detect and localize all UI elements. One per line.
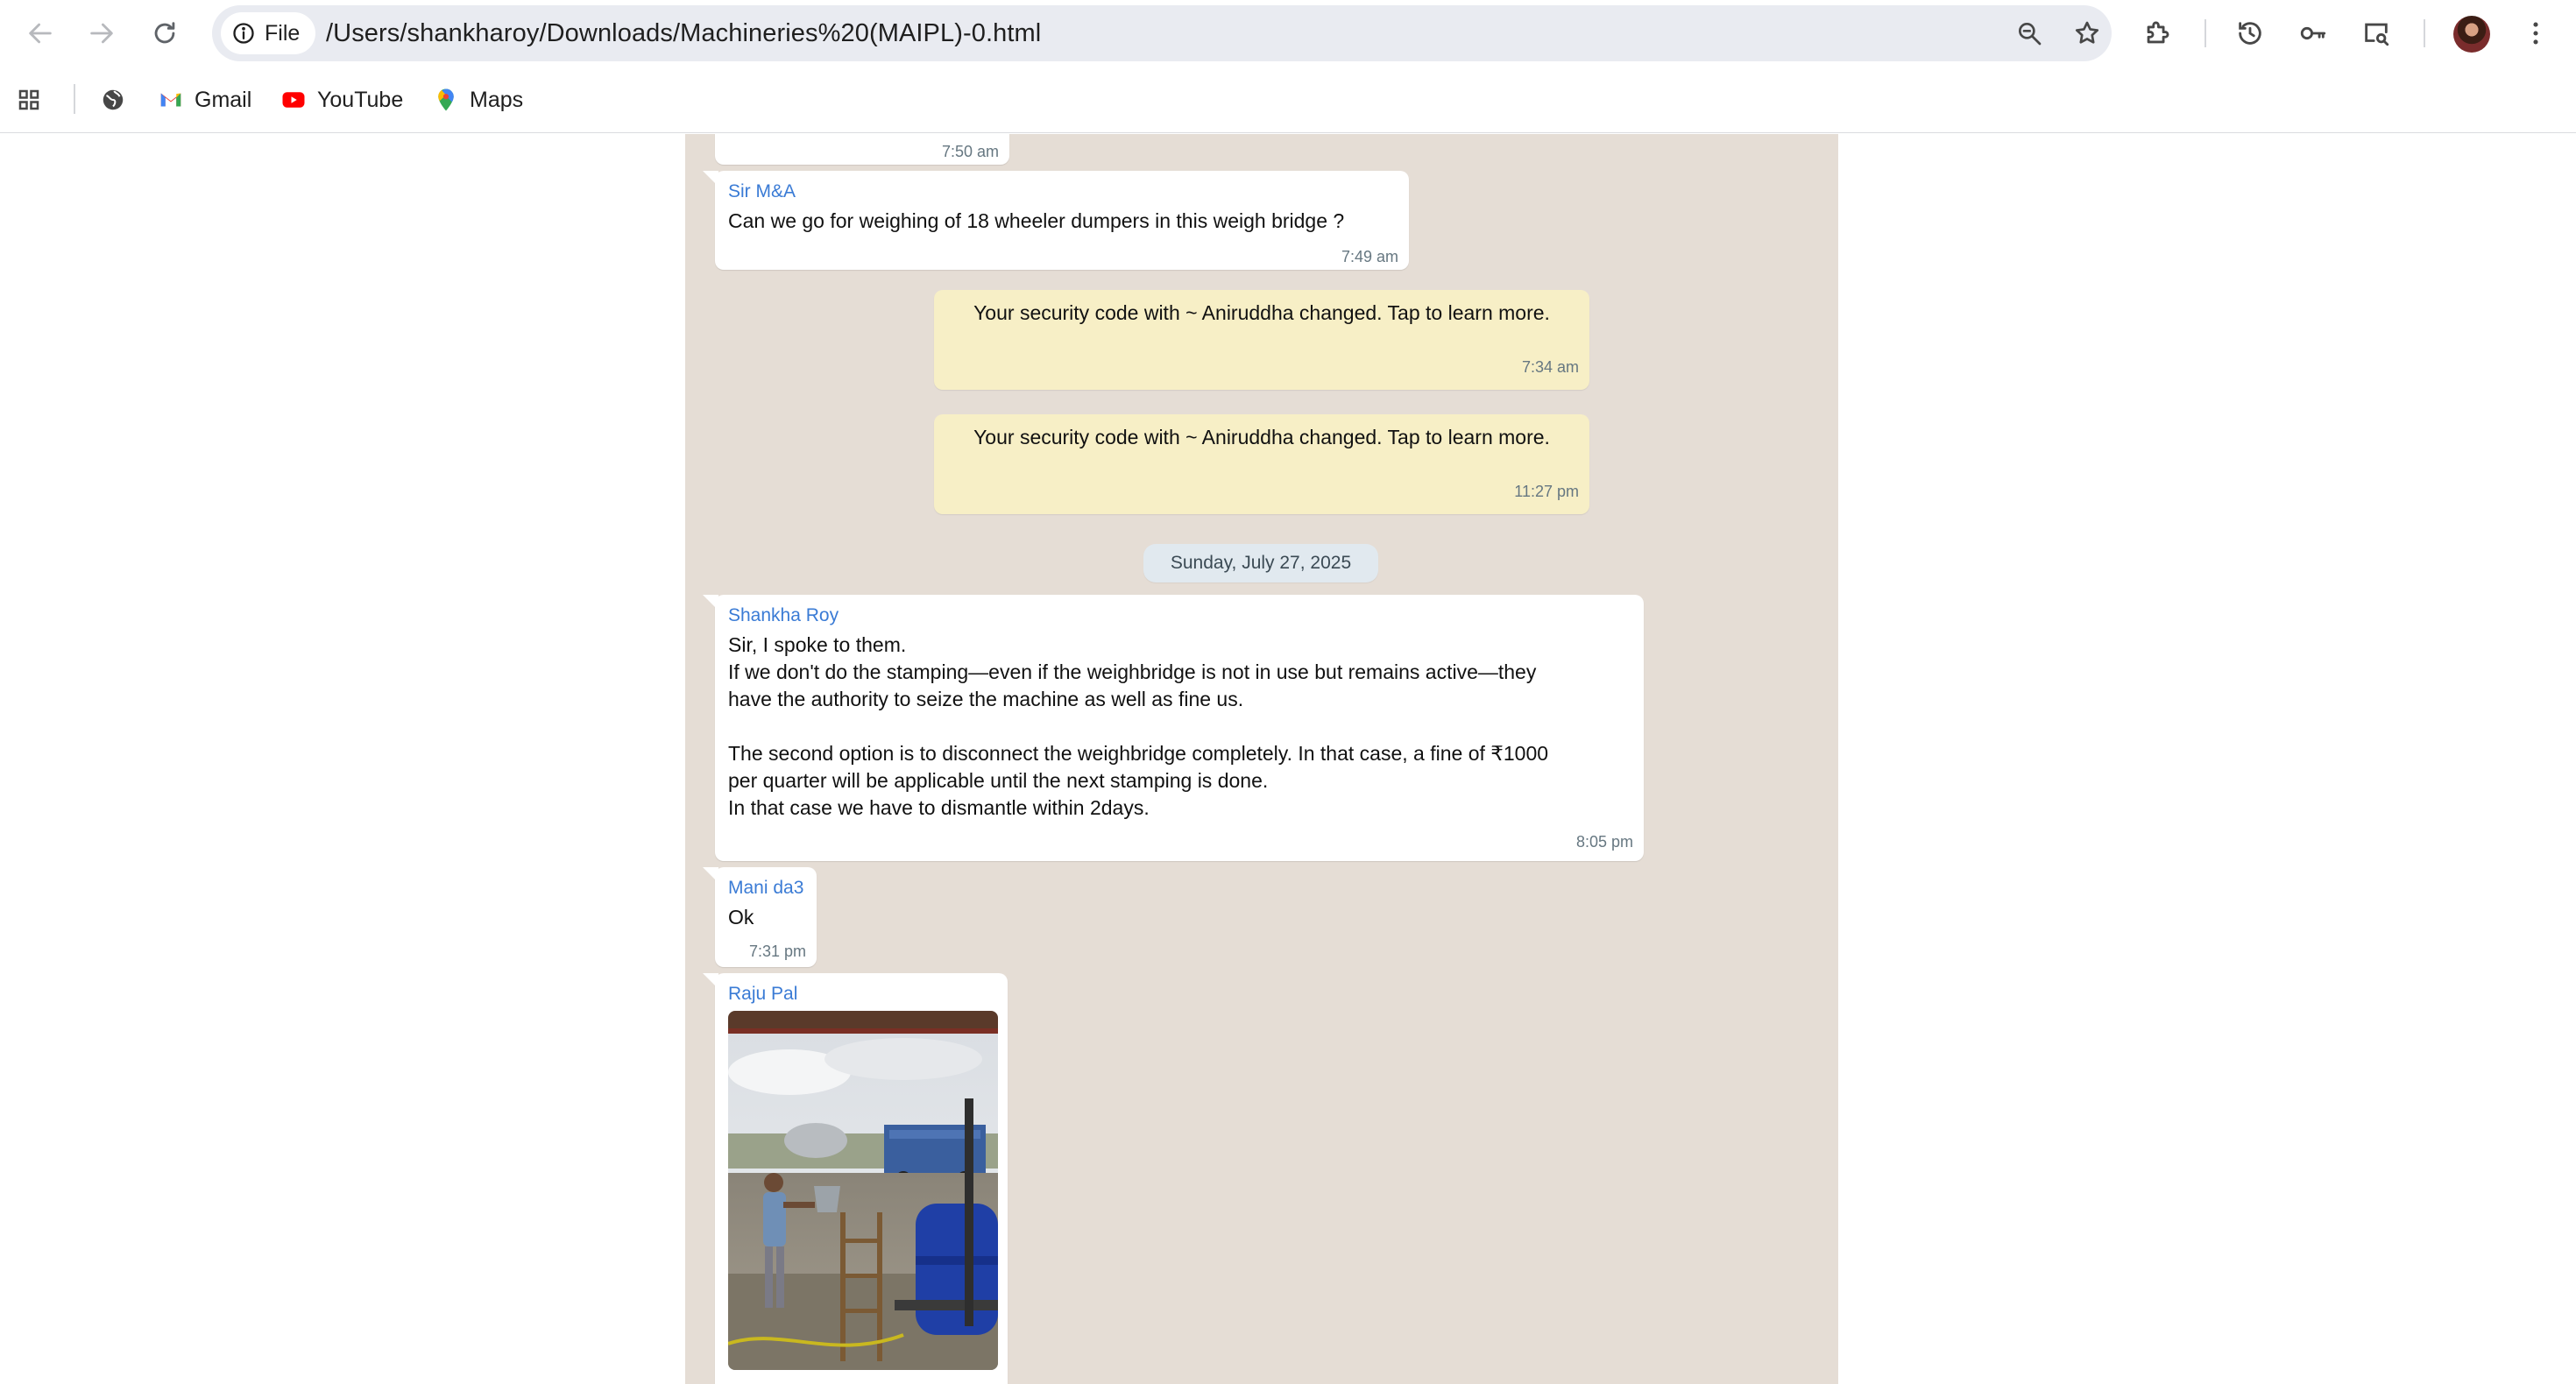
date-divider: Sunday, July 27, 2025 [1143, 544, 1378, 583]
bookmarks-bar: Gmail YouTube Maps [0, 67, 2576, 133]
system-message-text: Your security code with ~ Aniruddha chan… [973, 301, 1550, 324]
message-bubble: 7:50 am [715, 134, 1009, 165]
site-info-chip[interactable]: File [221, 12, 316, 54]
apps-grid-icon [18, 89, 39, 110]
message-time: 11:27 pm [1514, 483, 1579, 500]
photo-attachment[interactable] [728, 1011, 998, 1370]
info-icon [233, 23, 254, 44]
sender-name[interactable]: Raju Pal [728, 984, 797, 1005]
bookmarks-separator [74, 84, 75, 114]
url-text[interactable]: /Users/shankharoy/Downloads/Machineries%… [326, 5, 1041, 61]
system-message[interactable]: Your security code with ~ Aniruddha chan… [934, 290, 1589, 390]
reload-icon [154, 22, 175, 44]
forward-arrow-icon [90, 23, 113, 44]
forward-button[interactable] [81, 12, 123, 54]
bookmark-youtube[interactable]: YouTube [280, 79, 403, 121]
bookmark-label: Maps [470, 87, 524, 112]
message-time: 7:49 am [1341, 248, 1398, 265]
bookmark-label: Gmail [195, 87, 252, 112]
message-bubble: Shankha Roy Sir, I spoke to them. If we … [703, 595, 1644, 861]
tab-search-icon[interactable] [2355, 12, 2397, 54]
system-message[interactable]: Your security code with ~ Aniruddha chan… [934, 414, 1589, 514]
message-time: 7:31 pm [748, 943, 806, 960]
bookmark-label: YouTube [317, 87, 404, 112]
browser-toolbar: File /Users/shankharoy/Downloads/Machine… [0, 0, 2576, 67]
message-bubble: Mani da3 Ok 7:31 pm [703, 867, 817, 967]
bookmark-star-icon[interactable] [2070, 16, 2105, 51]
more-menu-icon[interactable] [2515, 12, 2557, 54]
chat-transcript[interactable]: 7:50 am Sir M&A Can we go for weighing o… [685, 134, 1838, 1384]
gmail-icon [160, 93, 181, 107]
bookmark-maps[interactable]: Maps [433, 79, 523, 121]
sender-name[interactable]: Sir M&A [728, 181, 796, 202]
profile-avatar[interactable] [2453, 16, 2490, 53]
message-time: 7:50 am [941, 143, 999, 160]
message-time: 7:34 am [1521, 358, 1579, 376]
back-button[interactable] [19, 12, 61, 54]
message-text: Ok [728, 906, 754, 929]
extensions-icon[interactable] [2136, 12, 2178, 54]
page-viewport[interactable]: 7:50 am Sir M&A Can we go for weighing o… [0, 134, 2576, 1384]
globe-bookmark[interactable] [100, 79, 126, 121]
password-key-icon[interactable] [2292, 12, 2334, 54]
youtube-icon [282, 92, 305, 108]
sender-name[interactable]: Shankha Roy [728, 605, 839, 626]
photo-image [728, 1011, 998, 1370]
message-bubble: Raju Pal [703, 973, 1008, 1384]
system-message-text: Your security code with ~ Aniruddha chan… [973, 426, 1550, 448]
back-arrow-icon [29, 23, 52, 44]
address-bar[interactable]: File /Users/shankharoy/Downloads/Machine… [212, 5, 2112, 61]
maps-icon [438, 88, 454, 111]
globe-icon [103, 89, 124, 110]
message-text: Sir, I spoke to them. If we don't do the… [728, 633, 1549, 819]
toolbar-separator [2204, 19, 2206, 47]
sender-name[interactable]: Mani da3 [728, 878, 803, 899]
message-time: 8:05 pm [1575, 833, 1633, 851]
site-info-label: File [265, 20, 301, 46]
history-icon[interactable] [2229, 12, 2271, 54]
message-bubble: Sir M&A Can we go for weighing of 18 whe… [703, 171, 1409, 270]
reload-button[interactable] [144, 12, 186, 54]
bookmark-gmail[interactable]: Gmail [158, 79, 251, 121]
message-text: Can we go for weighing of 18 wheeler dum… [728, 209, 1345, 232]
zoom-icon[interactable] [2012, 16, 2047, 51]
toolbar-separator [2424, 19, 2425, 47]
apps-grid-button[interactable] [16, 79, 42, 121]
